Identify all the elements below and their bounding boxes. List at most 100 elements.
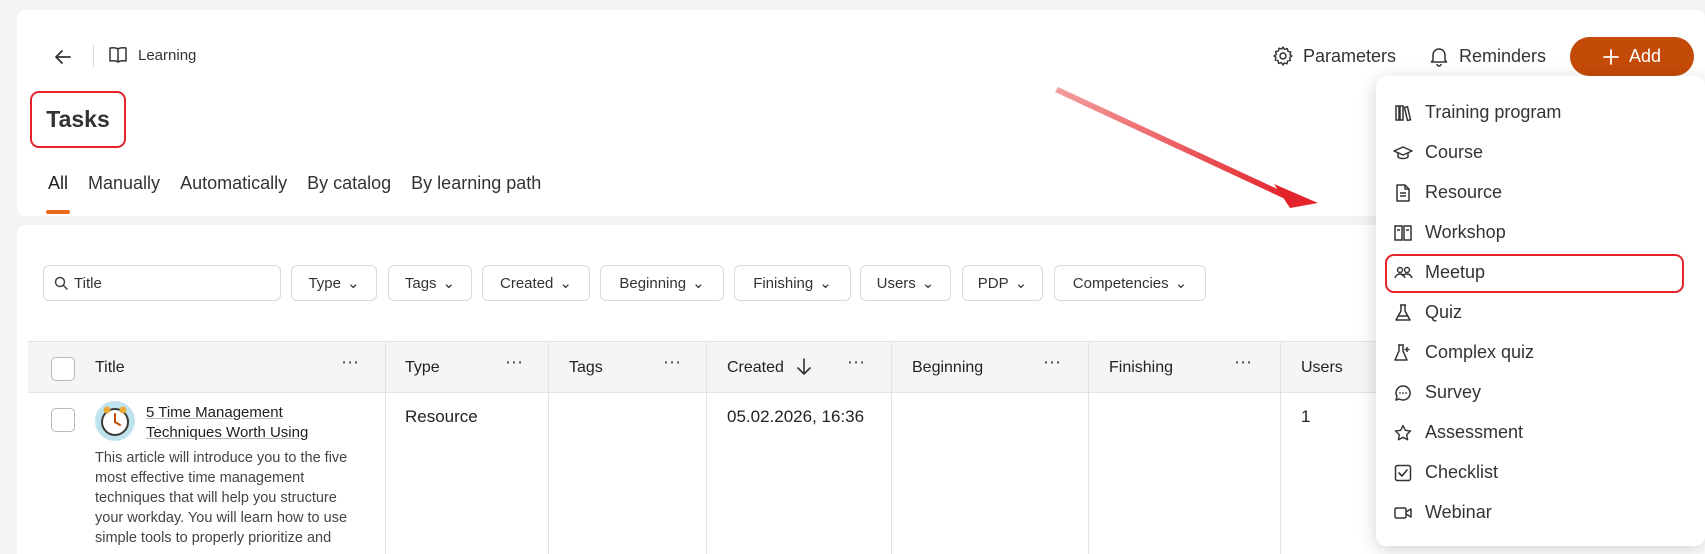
add-button[interactable]: Add (1570, 37, 1694, 76)
search-input[interactable]: Title (43, 265, 281, 301)
menu-item-label: Assessment (1425, 422, 1524, 442)
menu-item-label: Webinar (1425, 502, 1492, 522)
open-book-icon (109, 46, 127, 63)
page-title: Tasks (30, 91, 126, 148)
filter-finishing[interactable]: Finishing ⌄ (734, 265, 851, 301)
tab-manually[interactable]: Manually (88, 173, 160, 194)
parameters-button[interactable]: Parameters (1272, 45, 1396, 67)
menu-item-quiz[interactable]: Quiz (1393, 302, 1462, 323)
filter-competencies[interactable]: Competencies ⌄ (1054, 265, 1206, 301)
reminders-button[interactable]: Reminders (1428, 45, 1546, 67)
task-users: 1 (1301, 407, 1311, 426)
filter-type[interactable]: Type ⌄ (291, 265, 377, 301)
filter-users[interactable]: Users ⌄ (860, 265, 951, 301)
add-label: Add (1628, 46, 1662, 66)
graduation-cap-icon (1393, 143, 1413, 163)
filter-finishing-label: Finishing (753, 274, 814, 292)
bell-icon (1430, 48, 1448, 67)
parameters-label: Parameters (1303, 45, 1397, 66)
select-all-checkbox[interactable] (51, 357, 75, 381)
star-icon (1393, 423, 1413, 443)
menu-item-webinar[interactable]: Webinar (1393, 502, 1492, 523)
workshop-icon (1393, 223, 1413, 243)
row-checkbox[interactable] (51, 408, 75, 432)
filter-created[interactable]: Created ⌄ (482, 265, 590, 301)
filter-competencies-label: Competencies (1072, 274, 1169, 292)
menu-item-resource[interactable]: Resource (1393, 182, 1502, 203)
breadcrumb[interactable]: Learning (108, 46, 196, 64)
breadcrumb-label: Learning (138, 46, 197, 64)
filter-beginning[interactable]: Beginning ⌄ (600, 265, 724, 301)
menu-item-meetup[interactable]: Meetup (1393, 262, 1485, 283)
sort-descending-icon[interactable] (797, 358, 811, 376)
chevron-down-icon: ⌄ (442, 275, 456, 292)
back-button[interactable] (50, 44, 76, 70)
chevron-down-icon: ⌄ (346, 275, 360, 292)
column-menu-type[interactable]: ⋯ (505, 352, 524, 373)
complex-flask-icon (1393, 343, 1413, 363)
column-divider (1280, 341, 1281, 554)
column-header-tags[interactable]: Tags (569, 359, 603, 377)
tab-automatically[interactable]: Automatically (180, 173, 287, 194)
column-header-finishing[interactable]: Finishing (1109, 359, 1173, 377)
menu-item-course[interactable]: Course (1393, 142, 1483, 163)
task-title-link[interactable]: 5 Time Management Techniques Worth Using (146, 403, 336, 443)
menu-item-workshop[interactable]: Workshop (1393, 222, 1506, 243)
menu-item-label: Meetup (1425, 262, 1486, 282)
filter-type-label: Type (308, 274, 341, 292)
menu-item-survey[interactable]: Survey (1393, 382, 1481, 403)
chevron-down-icon: ⌄ (1174, 275, 1188, 292)
video-icon (1393, 503, 1413, 523)
flask-icon (1393, 303, 1413, 323)
column-menu-title[interactable]: ⋯ (341, 352, 360, 373)
menu-item-complex-quiz[interactable]: Complex quiz (1393, 342, 1534, 363)
menu-item-label: Training program (1425, 102, 1562, 122)
menu-item-label: Resource (1425, 182, 1503, 202)
task-created: 05.02.2026, 16:36 (727, 407, 865, 426)
column-menu-finishing[interactable]: ⋯ (1234, 352, 1253, 373)
clock-icon (101, 406, 129, 436)
filter-pdp[interactable]: PDP ⌄ (962, 265, 1043, 301)
tabs: All Manually Automatically By catalog By… (48, 173, 541, 194)
column-header-type[interactable]: Type (405, 359, 440, 377)
menu-item-label: Complex quiz (1425, 342, 1535, 362)
filter-pdp-label: PDP (977, 274, 1009, 292)
search-icon (54, 276, 68, 290)
chevron-down-icon: ⌄ (819, 275, 832, 292)
menu-item-checklist[interactable]: Checklist (1393, 462, 1498, 483)
reminders-label: Reminders (1459, 45, 1547, 66)
divider (93, 45, 94, 67)
tab-by-catalog[interactable]: By catalog (307, 173, 391, 194)
menu-item-label: Quiz (1425, 302, 1463, 322)
column-menu-created[interactable]: ⋯ (847, 352, 866, 373)
column-header-title[interactable]: Title (95, 359, 125, 377)
filter-tags[interactable]: Tags ⌄ (388, 265, 472, 301)
column-menu-beginning[interactable]: ⋯ (1043, 352, 1062, 373)
column-header-users[interactable]: Users (1301, 359, 1343, 377)
menu-item-label: Checklist (1425, 462, 1499, 482)
column-header-created[interactable]: Created (727, 359, 784, 377)
column-divider (548, 341, 549, 554)
menu-item-label: Survey (1425, 382, 1482, 402)
people-icon (1393, 263, 1413, 283)
gear-icon (1273, 46, 1293, 66)
filter-users-label: Users (876, 274, 916, 292)
books-icon (1393, 103, 1413, 123)
menu-item-training-program[interactable]: Training program (1393, 102, 1561, 123)
chevron-down-icon: ⌄ (1014, 275, 1028, 292)
column-divider (385, 341, 386, 554)
menu-item-assessment[interactable]: Assessment (1393, 422, 1523, 443)
column-divider (1088, 341, 1089, 554)
filter-tags-label: Tags (404, 274, 437, 292)
tab-by-learning-path[interactable]: By learning path (411, 173, 541, 194)
column-header-beginning[interactable]: Beginning (912, 359, 983, 377)
chevron-down-icon: ⌄ (692, 275, 705, 292)
document-icon (1393, 183, 1413, 203)
column-menu-tags[interactable]: ⋯ (663, 352, 682, 373)
chevron-down-icon: ⌄ (559, 275, 572, 292)
column-divider (706, 341, 707, 554)
task-type: Resource (405, 407, 478, 426)
chevron-down-icon: ⌄ (921, 275, 935, 292)
arrow-left-icon (55, 50, 71, 64)
tab-all[interactable]: All (48, 173, 68, 194)
